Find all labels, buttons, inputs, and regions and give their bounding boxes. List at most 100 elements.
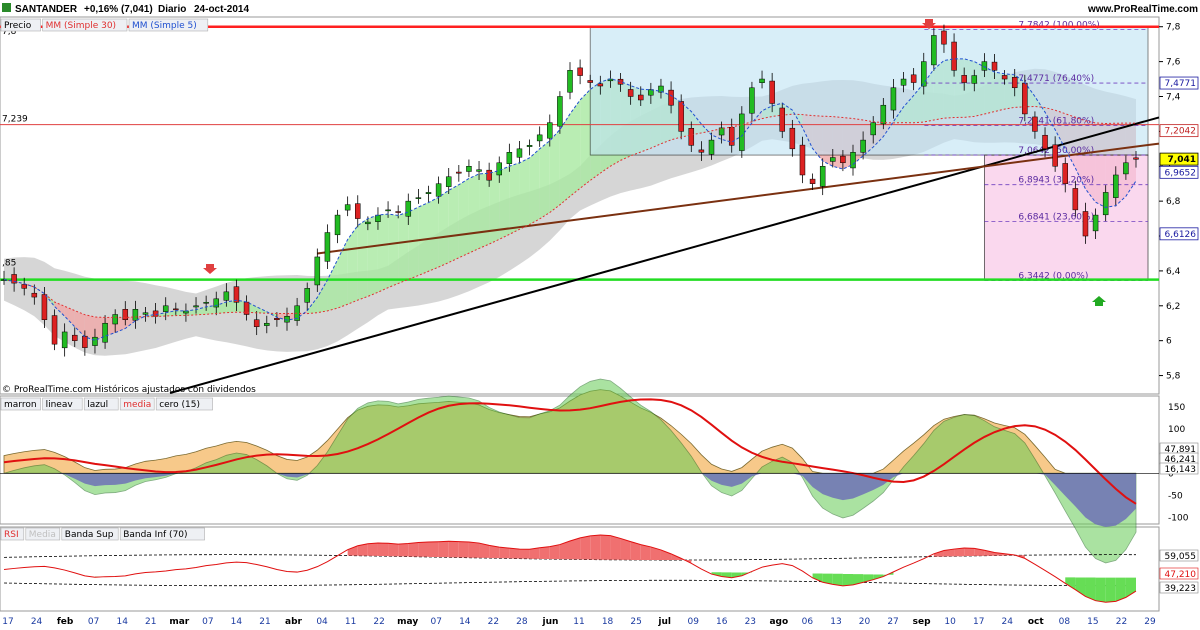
candle-body [1113, 174, 1119, 198]
candle-body [759, 78, 765, 83]
x-tick-label: sep [913, 617, 931, 627]
x-tick-label: 07 [431, 617, 442, 627]
price-tick-label: 6,8 [1166, 197, 1181, 207]
rsi-overbought-fill [448, 541, 459, 558]
candle-body [385, 209, 391, 212]
legend-label: marron [4, 400, 37, 410]
legend-label: Media [29, 530, 56, 540]
candle-body [749, 87, 755, 114]
candle-body [355, 203, 361, 219]
rsi-oversold-fill [832, 573, 843, 586]
candle-body [526, 145, 533, 147]
candle-body [274, 318, 280, 320]
x-tick-label: 15 [1087, 617, 1098, 627]
candle-body [486, 169, 492, 181]
legend-label: Banda Sup [65, 530, 114, 540]
candle-body [253, 319, 260, 327]
candle-body [92, 336, 98, 346]
candle-body [951, 41, 957, 71]
ma-fill [489, 170, 500, 245]
rsi-overbought-fill [580, 535, 591, 560]
x-tick-label: 22 [1116, 617, 1127, 627]
candle-body [1102, 192, 1109, 216]
price-legend: Precio MM (Simple 30) MM (Simple 5) [0, 18, 209, 32]
ma-fill [458, 178, 469, 258]
candle-body [21, 284, 27, 289]
candle-body [830, 157, 836, 162]
x-tick-label: oct [1028, 617, 1045, 627]
rsi-overbought-fill [539, 546, 550, 559]
candle-body [567, 70, 573, 93]
ma-fill [448, 184, 459, 263]
candle-body [223, 291, 230, 301]
osc-tick-label: -50 [1168, 491, 1183, 501]
candle-body [819, 166, 826, 187]
candle-body [31, 292, 38, 298]
candle-body [162, 305, 169, 312]
candle-body [334, 214, 341, 236]
candle-body [1062, 163, 1068, 184]
candle-body [435, 183, 442, 197]
change: +0,16% (7,041) [84, 4, 153, 15]
x-tick-label: 21 [145, 617, 156, 627]
rsi-overbought-fill [398, 543, 409, 557]
candle-body [991, 61, 998, 71]
candle-body [516, 148, 523, 158]
fibo-box-upper [589, 26, 1149, 156]
candle-body [961, 75, 967, 83]
candle-body [476, 169, 482, 172]
rsi-badge-label: 47,210 [1165, 570, 1197, 580]
candle-body [1001, 75, 1008, 80]
left-level-label: 7,239 [2, 115, 28, 125]
candle-body [405, 200, 412, 217]
fibo-label: 7,4771 (76,40%) [1018, 74, 1094, 84]
candle-body [547, 122, 553, 139]
ma-fill [519, 157, 530, 230]
x-tick-label: 22 [488, 617, 499, 627]
candle-body [627, 89, 634, 97]
candle-body [941, 30, 947, 45]
legend-label: cero (15) [159, 400, 200, 410]
x-tick-label: 17 [973, 617, 984, 627]
rsi-overbought-fill [519, 549, 530, 559]
candle-body [152, 310, 159, 317]
x-tick-label: 06 [802, 617, 814, 627]
ma-fill [408, 207, 419, 280]
candle-body [910, 74, 917, 83]
candle-body [728, 126, 735, 146]
price-tick-label: 7,4 [1166, 92, 1181, 102]
price-tick-label: 6,2 [1166, 302, 1180, 312]
candle-body [72, 334, 78, 341]
candle-body [789, 127, 796, 150]
candle-body [678, 101, 684, 132]
candle-body [981, 61, 988, 71]
candle-body [890, 87, 897, 111]
osc-tick-label: 150 [1168, 403, 1185, 413]
candle-body [1032, 116, 1038, 132]
x-tick-label: feb [57, 617, 74, 627]
x-tick-label: 23 [745, 617, 756, 627]
left-level-label: ,85 [2, 259, 16, 269]
rsi-overbought-fill [590, 535, 601, 560]
candle-body [971, 75, 978, 84]
candle-body [577, 67, 583, 76]
rsi-overbought-fill [438, 541, 449, 558]
candle-body [203, 302, 209, 304]
rsi-overbought-fill [964, 548, 975, 557]
ma-fill [570, 99, 581, 197]
x-tick-label: abr [285, 617, 303, 627]
price-tick-label: 7,8 [1166, 23, 1181, 33]
candle-body [61, 331, 68, 349]
candle-body [921, 61, 927, 87]
candle-body [122, 309, 129, 320]
rsi-overbought-fill [610, 535, 621, 560]
candle-body [617, 78, 624, 85]
x-tick-label: 20 [859, 617, 871, 627]
legend-label: media [123, 400, 151, 410]
candle-body [769, 80, 775, 104]
candle-body [506, 152, 513, 164]
legend-label: Precio [4, 21, 32, 31]
candle-body [445, 176, 452, 187]
candle-body [536, 134, 543, 142]
x-tick-label: 29 [1144, 617, 1156, 627]
